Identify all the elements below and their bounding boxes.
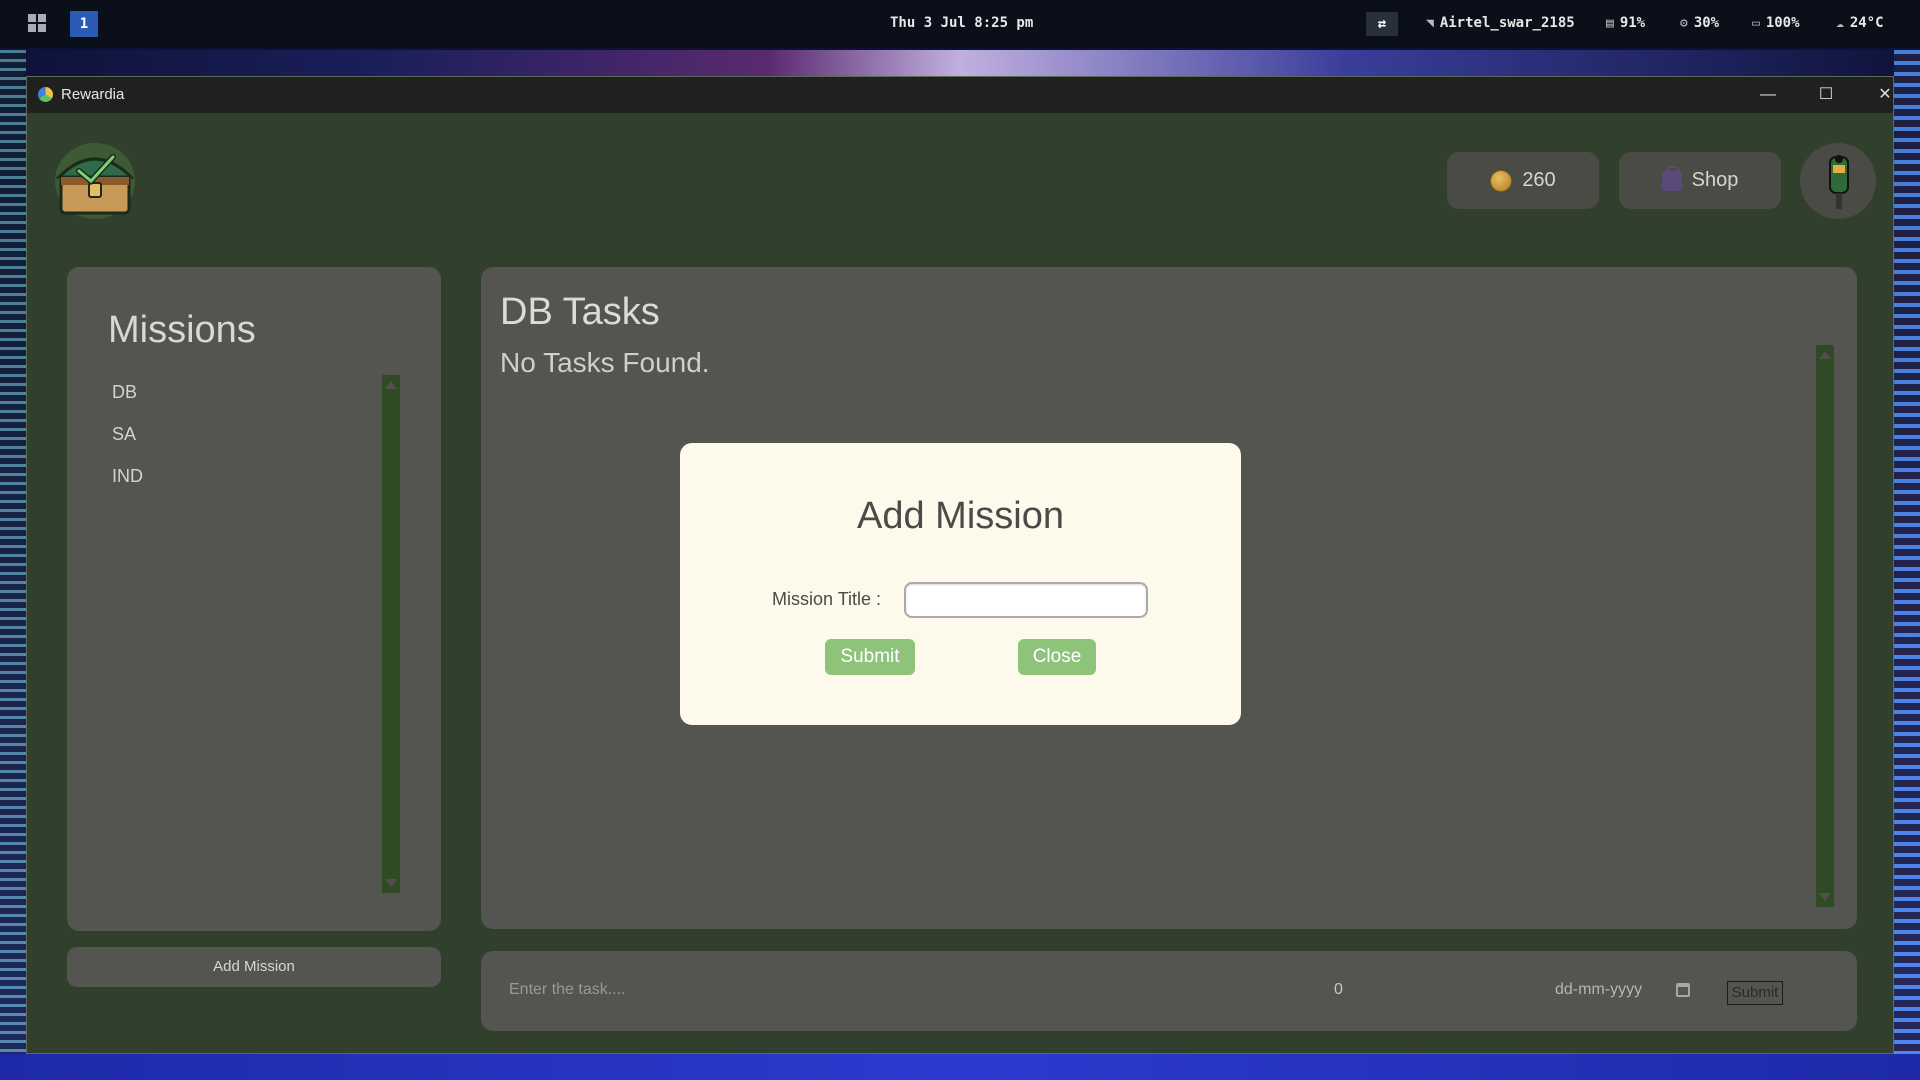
modal-submit-button[interactable]: Submit: [825, 639, 915, 675]
mission-item-ind[interactable]: IND: [112, 466, 143, 487]
calendar-icon[interactable]: [1676, 983, 1690, 997]
cloud-icon: ☁: [1836, 15, 1844, 31]
maximize-button[interactable]: ☐: [1806, 81, 1846, 109]
scroll-down-arrow-icon[interactable]: [385, 879, 397, 887]
task-date-field[interactable]: dd-mm-yyyy: [1555, 981, 1642, 999]
desktop-wallpaper-bottom: [0, 1054, 1920, 1080]
add-mission-button[interactable]: Add Mission: [67, 947, 441, 987]
battery-icon: ▭: [1752, 15, 1760, 31]
clock[interactable]: Thu 3 Jul 8:25 pm: [890, 15, 1033, 31]
treasure-chest-logo: [55, 143, 135, 219]
window-title: Rewardia: [61, 86, 125, 103]
add-mission-modal: Add Mission Mission Title : Submit Close: [680, 443, 1241, 725]
mission-item-db[interactable]: DB: [112, 382, 137, 403]
minimize-button[interactable]: —: [1748, 81, 1788, 109]
window-titlebar[interactable]: Rewardia — ☐ ✕: [27, 77, 1893, 113]
shopping-bag-icon: [1661, 165, 1682, 191]
missions-scrollbar[interactable]: [382, 375, 400, 893]
scroll-up-arrow-icon[interactable]: [1819, 351, 1831, 359]
system-taskbar: 1 Thu 3 Jul 8:25 pm ⇄ ◥ Airtel_swar_2185…: [0, 0, 1920, 48]
task-points-field[interactable]: 0: [1334, 981, 1343, 999]
weather-status: ☁ 24°C: [1836, 15, 1884, 31]
character-avatar-icon: [1829, 155, 1849, 209]
missions-title: Missions: [108, 309, 256, 351]
wifi-name: Airtel_swar_2185: [1439, 15, 1575, 31]
cpu-value: 30%: [1693, 15, 1720, 31]
empty-tasks-message: No Tasks Found.: [500, 347, 710, 378]
tasks-title: DB Tasks: [500, 291, 660, 333]
task-submit-button[interactable]: Submit: [1727, 981, 1783, 1005]
modal-close-button[interactable]: Close: [1018, 639, 1096, 675]
task-input[interactable]: Enter the task....: [509, 981, 626, 999]
memory-value: 91%: [1619, 15, 1646, 31]
cpu-icon: ⚙: [1680, 15, 1688, 31]
modal-title: Add Mission: [857, 495, 1064, 537]
coins-balance[interactable]: 260: [1447, 152, 1599, 209]
desktop-wallpaper-left: [0, 50, 26, 1080]
mission-title-input[interactable]: [904, 582, 1148, 618]
wifi-status[interactable]: ◥ Airtel_swar_2185: [1426, 15, 1575, 31]
mission-item-sa[interactable]: SA: [112, 424, 136, 445]
desktop-wallpaper-right: [1894, 50, 1920, 1080]
shop-button[interactable]: Shop: [1619, 152, 1781, 209]
desktop-wallpaper-top: [0, 50, 1920, 76]
wifi-icon: ◥: [1426, 15, 1434, 31]
shop-label: Shop: [1691, 169, 1739, 191]
close-window-button[interactable]: ✕: [1865, 81, 1905, 109]
task-entry-bar: Enter the task.... 0 dd-mm-yyyy Submit: [481, 951, 1857, 1031]
avatar[interactable]: [1800, 143, 1876, 219]
scroll-up-arrow-icon[interactable]: [385, 381, 397, 389]
battery-status: ▭ 100%: [1752, 15, 1800, 31]
start-menu-icon[interactable]: [28, 14, 46, 32]
battery-value: 100%: [1765, 15, 1800, 31]
mission-title-label: Mission Title :: [772, 589, 882, 609]
weather-value: 24°C: [1849, 15, 1884, 31]
memory-status: ▤ 91%: [1606, 15, 1645, 31]
memory-icon: ▤: [1606, 15, 1614, 31]
coins-value: 260: [1522, 169, 1556, 191]
tasks-scrollbar[interactable]: [1816, 345, 1834, 907]
app-icon: [38, 87, 53, 102]
workspace-indicator[interactable]: 1: [70, 11, 98, 37]
scroll-down-arrow-icon[interactable]: [1819, 893, 1831, 901]
cpu-status: ⚙ 30%: [1680, 15, 1719, 31]
coin-icon: [1490, 169, 1513, 192]
switch-icon[interactable]: ⇄: [1366, 12, 1398, 36]
missions-panel: Missions DB SA IND: [67, 267, 441, 931]
